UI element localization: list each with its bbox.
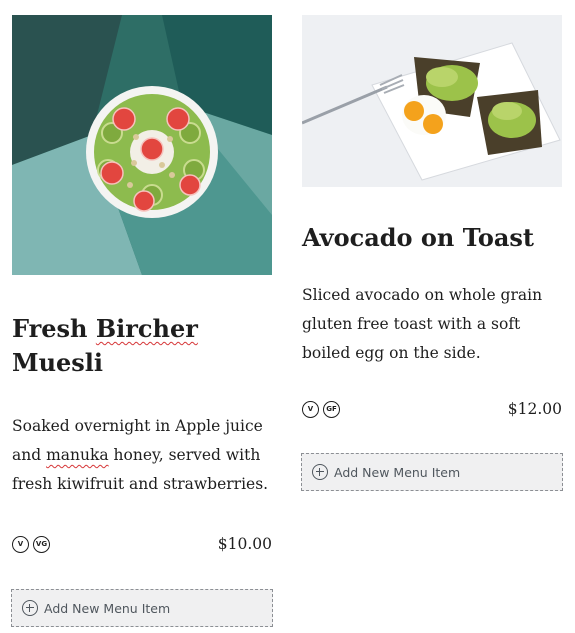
item-title-word: Muesli: [12, 348, 104, 377]
menu-item-card: Avocado on Toast Sliced avocado on whole…: [301, 0, 563, 491]
desc-misspelled-word: manuka: [46, 446, 109, 464]
menu-item-card: Fresh Bircher Muesli Soaked overnight in…: [11, 0, 273, 627]
item-title[interactable]: Fresh Bircher Muesli: [12, 312, 272, 380]
item-title[interactable]: Avocado on Toast: [302, 221, 562, 255]
vegetarian-badge-icon[interactable]: V: [12, 535, 29, 553]
add-new-menu-item-label: Add New Menu Item: [334, 464, 461, 480]
item-title-word: Fresh: [12, 314, 88, 343]
item-meta: V GF $12.00: [302, 396, 562, 422]
add-new-menu-item-label: Add New Menu Item: [44, 600, 171, 616]
plus-circle-icon: [22, 600, 38, 616]
item-description[interactable]: Soaked overnight in Apple juice and manu…: [12, 412, 272, 499]
gluten-free-badge-icon[interactable]: GF: [323, 400, 340, 418]
vegetarian-badge-icon[interactable]: V: [302, 400, 319, 418]
item-price[interactable]: $10.00: [218, 535, 272, 553]
item-description[interactable]: Sliced avocado on whole grain gluten fre…: [302, 281, 562, 368]
add-new-menu-item-button[interactable]: Add New Menu Item: [301, 453, 563, 491]
add-new-menu-item-button[interactable]: Add New Menu Item: [11, 589, 273, 627]
item-price[interactable]: $12.00: [508, 400, 562, 418]
item-title-word-misspelled: Bircher: [95, 314, 198, 343]
smoothie-bowl-photo[interactable]: [12, 15, 272, 275]
vegan-badge-icon[interactable]: VG: [33, 535, 50, 553]
plus-circle-icon: [312, 464, 328, 480]
avocado-toast-photo[interactable]: [302, 15, 562, 187]
dietary-badges: V GF: [302, 400, 340, 418]
item-meta: V VG $10.00: [12, 531, 272, 557]
dietary-badges: V VG: [12, 535, 50, 553]
